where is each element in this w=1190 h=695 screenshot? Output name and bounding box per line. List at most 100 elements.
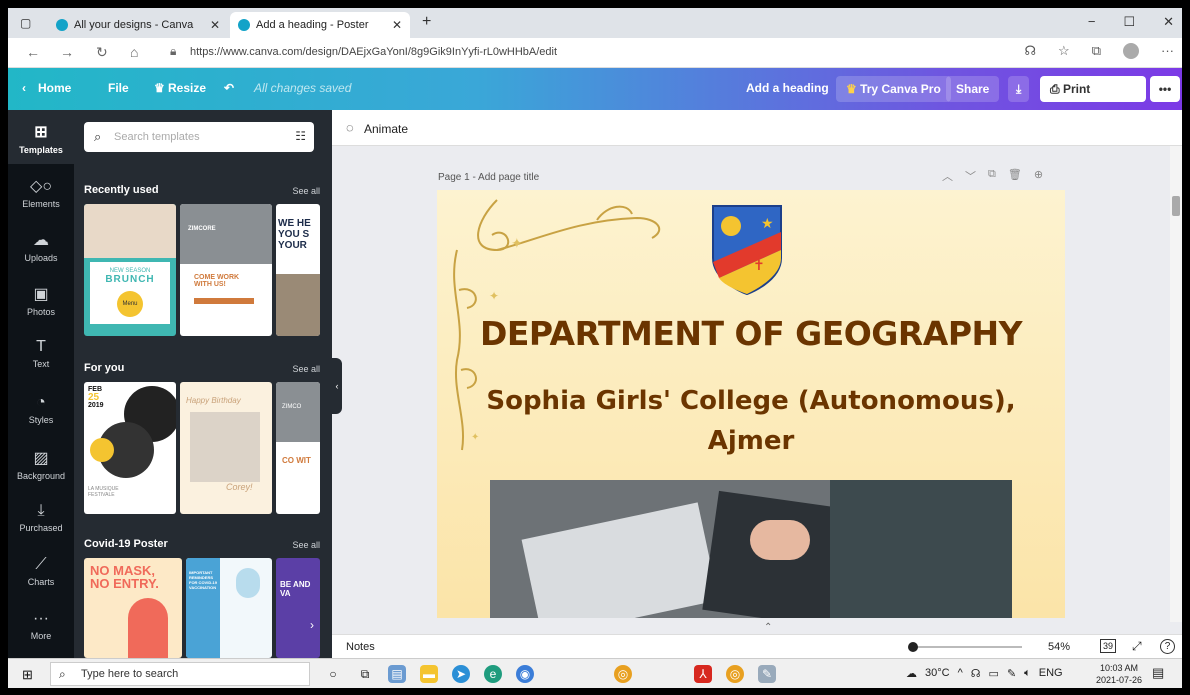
poster-photo[interactable]	[490, 480, 1012, 618]
rail-item-background[interactable]: ▨ Background	[8, 448, 74, 481]
template-thumb-festival[interactable]: FEB 25 2019 LA MUSIQUE FESTIVALE	[84, 382, 176, 514]
filter-icon[interactable]: ☷	[295, 129, 306, 143]
volume-icon[interactable]: 🔈︎	[1024, 667, 1031, 680]
template-thumb-brunch[interactable]: NEW SEASON BRUNCH Menu	[84, 204, 176, 336]
rail-item-uploads[interactable]: ☁ Uploads	[8, 230, 74, 263]
taskbar-search[interactable]: ⌕ Type here to search	[50, 662, 310, 686]
favorites-icon[interactable]: ☆	[1058, 43, 1070, 59]
move-up-icon[interactable]: ︿	[942, 168, 953, 184]
chevron-up-icon[interactable]: ⌃	[764, 622, 772, 633]
app-icon[interactable]: ▤	[388, 665, 406, 683]
template-thumb-partial[interactable]: BE AND VA	[276, 558, 320, 658]
temperature[interactable]: 30°C	[925, 667, 950, 680]
template-thumb-vaccination[interactable]: IMPORTANT REMINDERS FOR COVID-19 VACCINA…	[186, 558, 272, 658]
rail-item-text[interactable]: T Text	[8, 338, 74, 369]
collections-icon[interactable]: ⧉	[1092, 43, 1101, 59]
rail-item-charts[interactable]: ⟋ Charts	[8, 556, 74, 587]
read-aloud-icon[interactable]: ☊	[1025, 43, 1037, 59]
telegram-icon[interactable]: ➤	[452, 665, 470, 683]
zoom-level[interactable]: 54%	[1048, 641, 1070, 653]
poster-subheading-line2[interactable]: Ajmer	[437, 426, 1065, 456]
close-tab-icon[interactable]: ✕	[210, 18, 220, 32]
cortana-icon[interactable]: ○	[324, 665, 342, 683]
chrome-icon[interactable]: ◎	[614, 665, 632, 683]
page-title[interactable]: Page 1 - Add page title	[438, 172, 539, 183]
zoom-slider-track[interactable]	[912, 646, 1022, 648]
chevron-right-icon[interactable]: ›	[310, 440, 326, 456]
rail-item-more[interactable]: ··· More	[8, 610, 74, 641]
weather-icon[interactable]: ☁	[906, 667, 917, 680]
close-tab-icon[interactable]: ✕	[392, 18, 402, 32]
try-canva-pro-button[interactable]: ♛ Try Canva Pro	[836, 76, 951, 102]
rail-item-styles[interactable]: ◔ Styles	[8, 394, 74, 425]
see-all-link[interactable]: See all	[292, 540, 320, 550]
tab-actions-icon[interactable]: ▢	[20, 16, 31, 30]
paint-icon[interactable]: ✎	[758, 665, 776, 683]
minimize-icon[interactable]: −	[1088, 14, 1096, 30]
pdf-reader-icon[interactable]: ⅄	[694, 665, 712, 683]
poster-subheading-line1[interactable]: Sophia Girls' College (Autonomous),	[437, 386, 1065, 416]
add-page-icon[interactable]: ⊕	[1034, 168, 1043, 184]
browser-app-icon[interactable]: ◉	[516, 665, 534, 683]
delete-page-icon[interactable]: 🗑︎	[1008, 168, 1022, 184]
home-link[interactable]: Home	[38, 81, 71, 95]
move-down-icon[interactable]: ﹀	[965, 168, 976, 184]
tray-chevron-up-icon[interactable]: ^	[958, 667, 963, 680]
windows-start-icon[interactable]: ⊞	[22, 667, 33, 683]
task-view-icon[interactable]: ⧉	[356, 665, 374, 683]
url-field[interactable]: https://www.canva.com/design/DAEjxGaYonI…	[190, 46, 557, 58]
vertical-scrollbar[interactable]	[1170, 146, 1182, 622]
forward-icon[interactable]: →	[60, 44, 74, 60]
poster-heading[interactable]: DEPARTMENT OF GEOGRAPHY	[437, 314, 1065, 353]
network-icon[interactable]: ☊	[971, 667, 981, 680]
browser-menu-icon[interactable]: ···	[1161, 43, 1174, 59]
pen-icon[interactable]: ✎	[1007, 667, 1016, 680]
notifications-icon[interactable]: ▤	[1152, 665, 1164, 681]
file-explorer-icon[interactable]: ▬	[420, 665, 438, 683]
chevron-right-icon[interactable]: ›	[310, 260, 326, 276]
animate-button[interactable]: Animate	[364, 122, 408, 136]
share-button[interactable]: Share	[946, 76, 1000, 102]
battery-icon[interactable]: ▭	[989, 667, 999, 680]
search-input[interactable]	[114, 128, 274, 146]
zoom-slider-knob[interactable]	[908, 642, 918, 652]
template-thumb-birthday[interactable]: Happy Birthday Corey!	[180, 382, 272, 514]
design-title[interactable]: Add a heading	[746, 81, 829, 95]
rail-item-elements[interactable]: ◇○ Elements	[8, 176, 74, 209]
help-button[interactable]: ?	[1160, 639, 1175, 654]
scrollbar-thumb[interactable]	[1172, 196, 1180, 216]
home-icon[interactable]: ⌂	[130, 44, 138, 60]
rail-item-purchased[interactable]: ⤓ Purchased	[8, 502, 74, 533]
poster-canvas[interactable]: ✦ ✦ ✦ ★ ✝ DEPARTMENT OF GEOGRAPHY Sophia…	[437, 190, 1065, 618]
duplicate-page-icon[interactable]: ⧉	[988, 168, 996, 184]
see-all-link[interactable]: See all	[292, 186, 320, 196]
print-posters-button[interactable]: ⎙ Print Posters	[1040, 76, 1146, 122]
rail-item-templates[interactable]: ⊞ Templates	[8, 110, 74, 164]
download-icon[interactable]: ⤓	[1008, 76, 1030, 102]
maximize-icon[interactable]: ☐	[1123, 14, 1135, 30]
animate-icon[interactable]: ◌	[346, 120, 354, 135]
profile-avatar[interactable]	[1123, 43, 1139, 59]
edge-icon[interactable]: e	[484, 665, 502, 683]
chevron-right-icon[interactable]: ›	[310, 618, 326, 634]
refresh-icon[interactable]: ↻	[96, 44, 108, 61]
close-window-icon[interactable]: ✕	[1163, 14, 1174, 30]
lock-icon[interactable]: 🔒︎	[170, 44, 176, 59]
notes-button[interactable]: Notes	[346, 641, 375, 653]
see-all-link[interactable]: See all	[292, 364, 320, 374]
template-thumb-no-mask[interactable]: NO MASK, NO ENTRY.	[84, 558, 182, 658]
more-options-button[interactable]: •••	[1150, 76, 1180, 102]
fullscreen-icon[interactable]: ⤢	[1132, 639, 1142, 654]
chrome-profile-icon[interactable]: ◎	[726, 665, 744, 683]
undo-icon[interactable]: ↶	[224, 81, 234, 95]
taskbar-clock[interactable]: 10:03 AM 2021-07-26	[1096, 662, 1142, 686]
file-menu[interactable]: File	[108, 81, 129, 95]
browser-tab-poster[interactable]: Add a heading - Poster ✕	[230, 12, 410, 38]
page-count-button[interactable]: 39	[1100, 639, 1117, 653]
resize-button[interactable]: Resize	[168, 81, 206, 95]
new-tab-button[interactable]: +	[422, 13, 431, 31]
collapse-panel-button[interactable]: ‹	[332, 358, 342, 414]
rail-item-photos[interactable]: ▣ Photos	[8, 284, 74, 317]
template-thumb-come-work[interactable]: ZIMCORE COME WORK WITH US!	[180, 204, 272, 336]
language-indicator[interactable]: ENG	[1039, 667, 1063, 680]
